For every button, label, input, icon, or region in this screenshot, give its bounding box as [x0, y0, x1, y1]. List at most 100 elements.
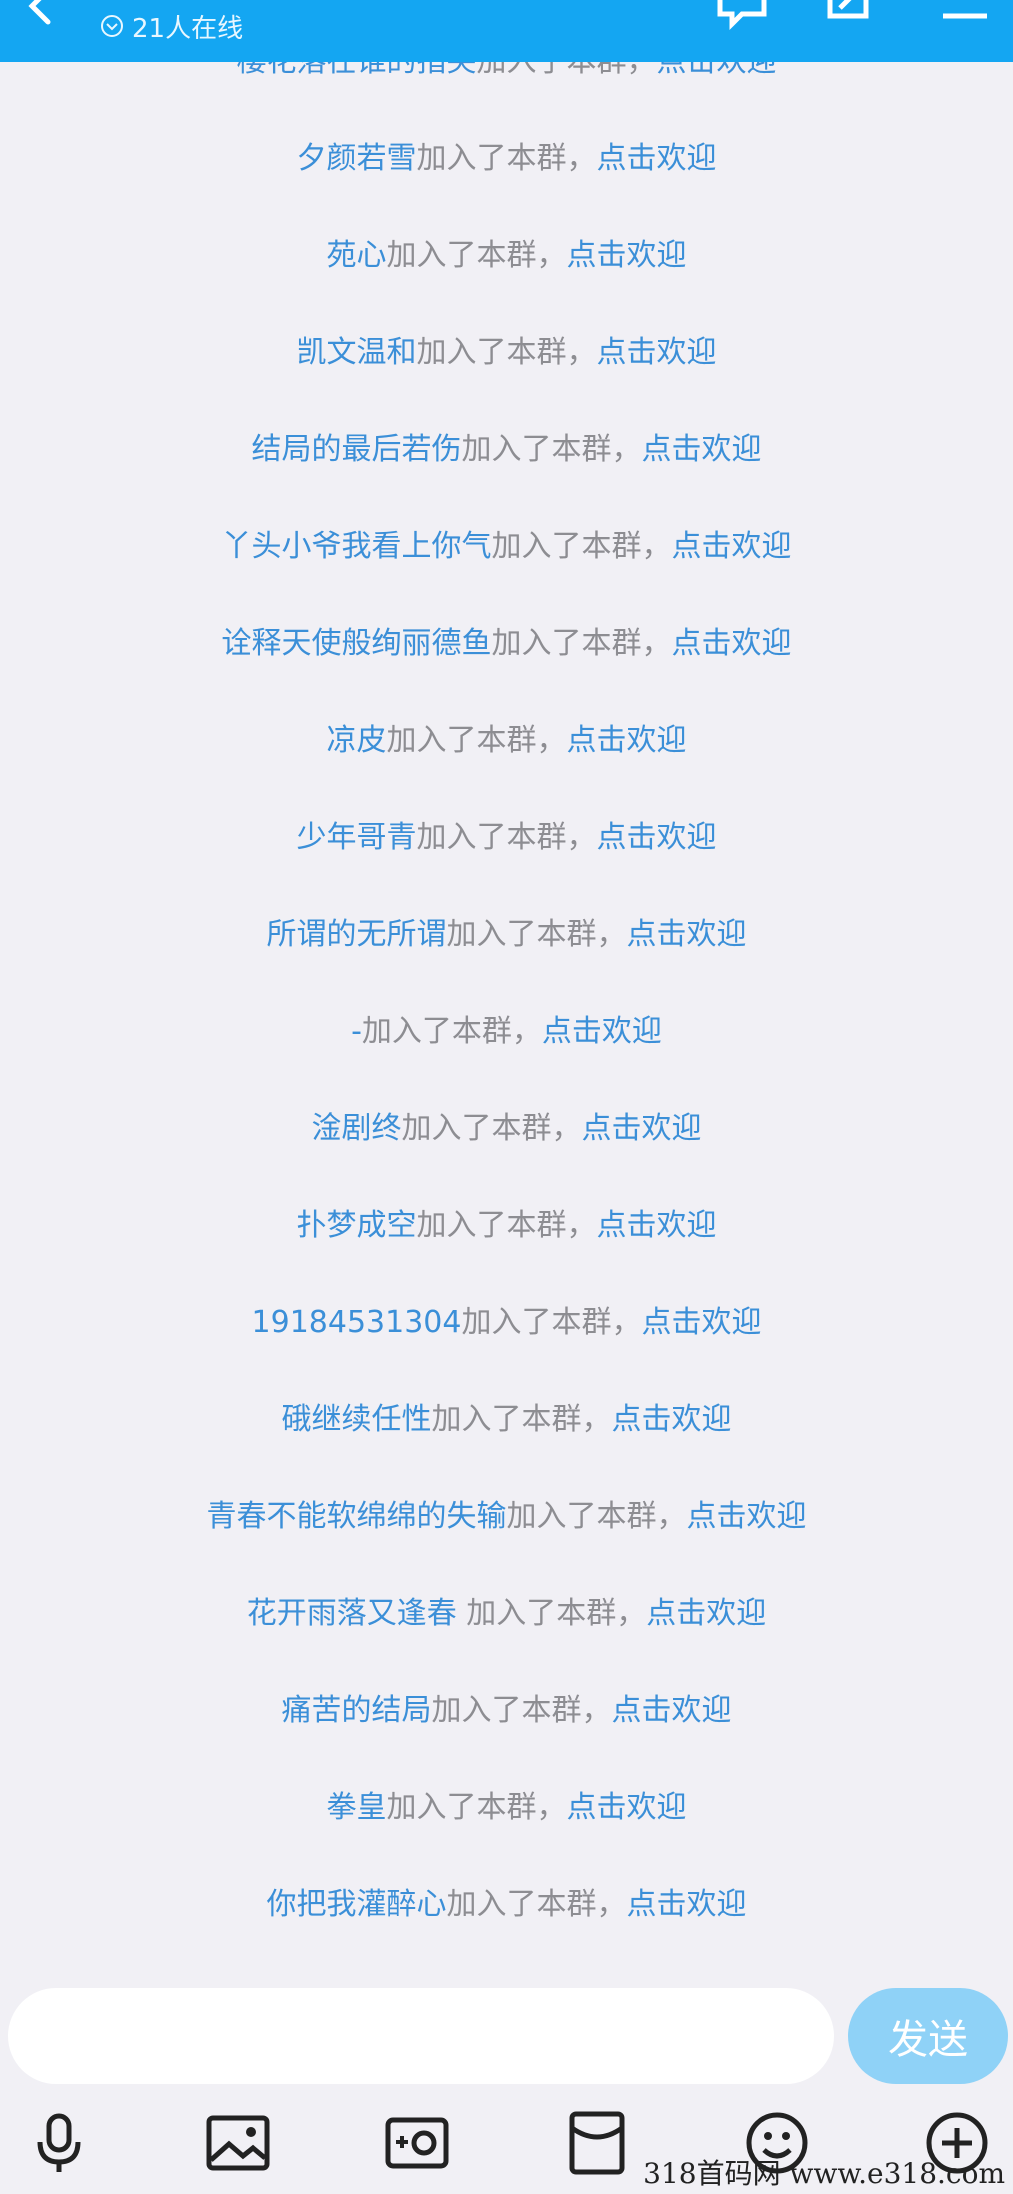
chat-button[interactable] — [712, 0, 772, 34]
member-name-link[interactable]: 苑心 — [327, 238, 387, 273]
joined-text: 加入了本群， — [401, 1111, 582, 1146]
input-bar: 发送 — [0, 1982, 1013, 2094]
camera-button[interactable] — [382, 2108, 452, 2178]
welcome-link[interactable]: 点击欢迎 — [542, 1014, 662, 1049]
welcome-link[interactable]: 点击欢迎 — [567, 723, 687, 758]
welcome-link[interactable]: 点击欢迎 — [646, 1596, 766, 1631]
joined-text: 加入了本群， — [446, 917, 627, 952]
welcome-link[interactable]: 点击欢迎 — [687, 1499, 807, 1534]
member-name-link[interactable]: 丫头小爷我看上你气 — [222, 529, 492, 564]
red-packet-icon — [569, 2111, 625, 2175]
member-name-link[interactable]: 凉皮 — [327, 723, 387, 758]
chevron-circle-icon — [101, 15, 123, 37]
welcome-link[interactable]: 点击欢迎 — [597, 820, 717, 855]
red-packet-button[interactable] — [562, 2108, 632, 2178]
member-name-link[interactable]: 花开雨落又逢春 — [247, 1596, 467, 1631]
joined-text: 加入了本群， — [361, 1014, 542, 1049]
system-join-message: 19184531304加入了本群，点击欢迎 — [0, 1303, 1013, 1343]
send-button[interactable]: 发送 — [848, 1988, 1008, 2084]
member-name-link[interactable]: 结局的最后若伤 — [252, 432, 462, 467]
welcome-link[interactable]: 点击欢迎 — [672, 626, 792, 661]
welcome-link[interactable]: 点击欢迎 — [627, 1887, 747, 1922]
member-name-link[interactable]: 你把我灌醉心 — [267, 1887, 447, 1922]
joined-text: 加入了本群， — [386, 1790, 567, 1825]
online-count: 21人在线 — [132, 13, 244, 44]
edit-button[interactable] — [820, 0, 880, 34]
system-join-message: 花开雨落又逢春 加入了本群，点击欢迎 — [0, 1594, 1013, 1634]
back-button[interactable] — [18, 0, 78, 30]
member-name-link[interactable]: 淦剧终 — [312, 1111, 402, 1146]
system-join-message: 诠释天使般绚丽德鱼加入了本群，点击欢迎 — [0, 624, 1013, 664]
system-join-message: 你把我灌醉心加入了本群，点击欢迎 — [0, 1885, 1013, 1925]
member-name-link[interactable]: 扑梦成空 — [297, 1208, 417, 1243]
system-join-message: 凯文温和加入了本群，点击欢迎 — [0, 333, 1013, 373]
system-join-message: 淦剧终加入了本群，点击欢迎 — [0, 1109, 1013, 1149]
member-name-link[interactable]: 少年哥青 — [297, 820, 417, 855]
edit-note-icon — [827, 0, 869, 19]
joined-text: 加入了本群， — [416, 335, 597, 370]
joined-text: 加入了本群， — [491, 529, 672, 564]
online-status[interactable]: 21人在线 — [100, 8, 243, 44]
joined-text: 加入了本群， — [431, 1693, 612, 1728]
member-name-link[interactable]: 19184531304 — [252, 1305, 462, 1340]
system-join-message: 少年哥青加入了本群，点击欢迎 — [0, 818, 1013, 858]
watermark: 318首码网 www.e318.com — [643, 2157, 1005, 2190]
member-name-link[interactable]: 拳皇 — [327, 1790, 387, 1825]
system-join-message: 所谓的无所谓加入了本群，点击欢迎 — [0, 915, 1013, 955]
joined-text: 加入了本群， — [466, 1596, 647, 1631]
joined-text: 加入了本群， — [386, 238, 567, 273]
joined-text: 加入了本群， — [461, 432, 642, 467]
welcome-link[interactable]: 点击欢迎 — [612, 1693, 732, 1728]
member-name-link[interactable]: 硪继续任性 — [282, 1402, 432, 1437]
image-icon — [206, 2115, 270, 2171]
message-input[interactable] — [8, 1988, 834, 2084]
member-name-link[interactable]: 所谓的无所谓 — [267, 917, 447, 952]
welcome-link[interactable]: 点击欢迎 — [597, 1208, 717, 1243]
joined-text: 加入了本群， — [491, 626, 672, 661]
welcome-link[interactable]: 点击欢迎 — [627, 917, 747, 952]
system-join-message: 夕颜若雪加入了本群，点击欢迎 — [0, 139, 1013, 179]
welcome-link[interactable]: 点击欢迎 — [612, 1402, 732, 1437]
member-name-link[interactable]: - — [351, 1014, 362, 1049]
welcome-link[interactable]: 点击欢迎 — [567, 1790, 687, 1825]
system-join-message: 樱花落在谁的指尖加入了本群，点击欢迎 — [0, 62, 1013, 82]
member-name-link[interactable]: 樱花落在谁的指尖 — [237, 62, 477, 79]
system-join-message: 苑心加入了本群，点击欢迎 — [0, 236, 1013, 276]
joined-text: 加入了本群， — [386, 723, 567, 758]
welcome-link[interactable]: 点击欢迎 — [642, 432, 762, 467]
welcome-link[interactable]: 点击欢迎 — [657, 62, 777, 79]
gallery-button[interactable] — [203, 2108, 273, 2178]
camera-icon — [385, 2117, 449, 2169]
welcome-link[interactable]: 点击欢迎 — [597, 335, 717, 370]
member-name-link[interactable]: 夕颜若雪 — [297, 141, 417, 176]
welcome-link[interactable]: 点击欢迎 — [567, 238, 687, 273]
microphone-icon — [37, 2113, 81, 2172]
system-join-message: 青春不能软绵绵的失输加入了本群，点击欢迎 — [0, 1497, 1013, 1537]
system-join-message: 痛苦的结局加入了本群，点击欢迎 — [0, 1691, 1013, 1731]
welcome-link[interactable]: 点击欢迎 — [597, 141, 717, 176]
member-name-link[interactable]: 痛苦的结局 — [282, 1693, 432, 1728]
joined-text: 加入了本群， — [416, 820, 597, 855]
joined-text: 加入了本群， — [431, 1402, 612, 1437]
welcome-link[interactable]: 点击欢迎 — [641, 1305, 761, 1340]
system-join-message: 丫头小爷我看上你气加入了本群，点击欢迎 — [0, 527, 1013, 567]
menu-icon — [943, 13, 987, 19]
joined-text: 加入了本群， — [461, 1305, 642, 1340]
member-name-link[interactable]: 诠释天使般绚丽德鱼 — [222, 626, 492, 661]
welcome-link[interactable]: 点击欢迎 — [672, 529, 792, 564]
joined-text: 加入了本群， — [477, 62, 657, 79]
top-bar: 21人在线 — [0, 0, 1013, 62]
back-arrow-icon — [28, 0, 51, 25]
chat-message-list[interactable]: 樱花落在谁的指尖加入了本群，点击欢迎夕颜若雪加入了本群，点击欢迎苑心加入了本群，… — [0, 62, 1013, 1982]
member-name-link[interactable]: 凯文温和 — [297, 335, 417, 370]
welcome-link[interactable]: 点击欢迎 — [582, 1111, 702, 1146]
system-join-message: 拳皇加入了本群，点击欢迎 — [0, 1788, 1013, 1828]
member-name-link[interactable]: 青春不能软绵绵的失输 — [207, 1499, 507, 1534]
joined-text: 加入了本群， — [506, 1499, 687, 1534]
menu-button[interactable] — [935, 0, 995, 34]
joined-text: 加入了本群， — [446, 1887, 627, 1922]
system-join-message: 扑梦成空加入了本群，点击欢迎 — [0, 1206, 1013, 1246]
voice-button[interactable] — [24, 2108, 94, 2178]
joined-text: 加入了本群， — [416, 141, 597, 176]
joined-text: 加入了本群， — [416, 1208, 597, 1243]
